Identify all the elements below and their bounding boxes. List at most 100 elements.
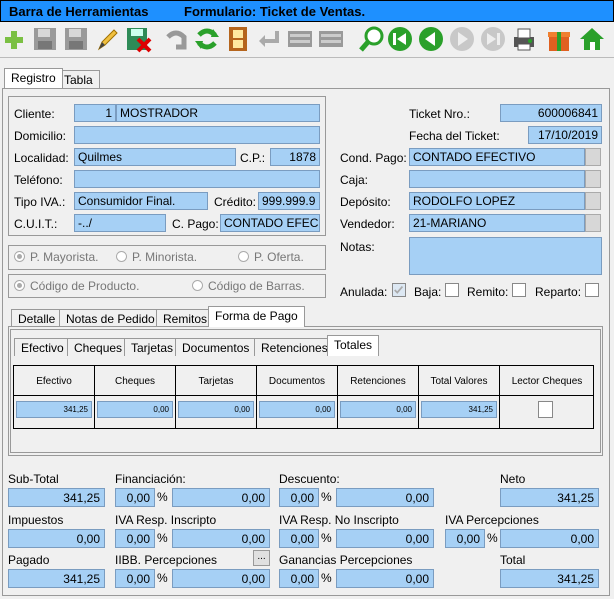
descuento-pct-sign: % [321,490,332,504]
codigo-producto-radio[interactable] [14,280,25,291]
list2-icon[interactable] [317,25,345,53]
ganancias-field[interactable]: 0,00 [336,569,434,588]
iibb-field[interactable]: 0,00 [172,569,270,588]
iva-rni-field[interactable]: 0,00 [336,529,434,548]
grid-cell-cheques[interactable]: 0,00 [97,401,173,418]
descuento-pct-field[interactable]: 0,00 [279,488,319,507]
tab-tabla[interactable]: Tabla [57,70,100,88]
undo-icon[interactable] [162,25,190,53]
vendedor-dropdown-button[interactable] [585,214,601,232]
financiacion-pct-field[interactable]: 0,00 [115,488,155,507]
fecha-field[interactable]: 17/10/2019 [528,126,602,144]
codigo-barras-radio[interactable] [192,280,203,291]
deposito-label: Depósito: [340,195,391,209]
anulada-checkbox[interactable] [392,283,406,297]
toolbar-title: Barra de Herramientas [9,4,149,19]
minorista-radio[interactable] [116,251,127,262]
add-icon[interactable] [0,25,28,53]
edit-icon[interactable] [93,25,121,53]
iibb-more-button[interactable]: ... [253,550,270,566]
tab-tarjetas[interactable]: Tarjetas [124,338,181,356]
reparto-checkbox[interactable] [585,283,599,297]
iva-perc-label: IVA Percepciones [445,513,539,527]
ganancias-pct-field[interactable]: 0,00 [279,569,319,588]
last-icon[interactable] [479,25,507,53]
first-icon[interactable] [386,25,414,53]
caja-dropdown-button[interactable] [585,170,601,188]
vendedor-label: Vendedor: [340,217,395,231]
iva-ri-pct-field[interactable]: 0,00 [115,529,155,548]
grid-cell-efectivo[interactable]: 341,25 [16,401,92,418]
ganancias-label: Ganancias Percepciones [279,553,413,567]
tab-forma-pago[interactable]: Forma de Pago [208,306,305,327]
neto-field[interactable]: 341,25 [500,488,599,507]
financiacion-field[interactable]: 0,00 [172,488,270,507]
tipo-iva-field[interactable]: Consumidor Final. [74,192,208,210]
notas-field[interactable] [409,237,602,275]
grid-cell-tarjetas[interactable]: 0,00 [178,401,254,418]
iva-ri-pct-sign: % [157,531,168,545]
remito-checkbox[interactable] [512,283,526,297]
home-icon[interactable] [578,25,606,53]
grid-cell-documentos[interactable]: 0,00 [259,401,335,418]
cpago-label: C. Pago: [172,217,219,231]
tab-retenciones[interactable]: Retenciones [254,338,335,356]
film-icon[interactable] [224,25,252,53]
lector-cheques-checkbox[interactable] [538,401,553,418]
iva-rni-pct-field[interactable]: 0,00 [279,529,319,548]
iva-ri-field[interactable]: 0,00 [172,529,270,548]
cuit-field[interactable]: -../ [74,214,166,232]
iva-perc-pct-field[interactable]: 0,00 [445,529,485,548]
cp-field[interactable]: 1878 [270,148,320,166]
cliente-name-field[interactable]: MOSTRADOR [116,104,320,122]
ticket-nro-field[interactable]: 600006841 [500,104,602,122]
baja-checkbox[interactable] [445,283,459,297]
deposito-field[interactable]: RODOLFO LOPEZ [409,192,585,210]
deposito-dropdown-button[interactable] [585,192,601,210]
cond-pago-dropdown-button[interactable] [585,148,601,166]
tab-notas-pedido[interactable]: Notas de Pedido [59,309,162,327]
tab-remitos[interactable]: Remitos [156,309,215,327]
return-icon[interactable] [255,25,283,53]
tab-efectivo[interactable]: Efectivo [14,338,71,356]
telefono-field[interactable] [74,170,320,188]
credito-field[interactable]: 999.999.9 [258,192,320,210]
iva-perc-field[interactable]: 0,00 [500,529,599,548]
toolbar [0,22,614,58]
list-icon[interactable] [286,25,314,53]
cond-pago-field[interactable]: CONTADO EFECTIVO [409,148,585,166]
cpago-field[interactable]: CONTADO EFEC [220,214,320,232]
domicilio-field[interactable] [74,126,320,144]
vendedor-field[interactable]: 21-MARIANO [409,214,585,232]
cuit-label: C.U.I.T.: [14,217,58,231]
save-icon[interactable] [31,25,59,53]
search-icon[interactable] [358,25,386,53]
impuestos-field[interactable]: 0,00 [8,529,105,548]
subtotal-label: Sub-Total [8,472,59,486]
iibb-pct-sign: % [157,571,168,585]
mayorista-radio[interactable] [14,251,25,262]
save-as-icon[interactable] [62,25,90,53]
grid-cell-retenciones[interactable]: 0,00 [340,401,416,418]
pagado-field[interactable]: 341,25 [8,569,105,588]
localidad-field[interactable]: Quilmes [74,148,236,166]
subtotal-field[interactable]: 341,25 [8,488,105,507]
next-icon[interactable] [448,25,476,53]
gift-icon[interactable] [545,25,573,53]
total-field[interactable]: 341,25 [500,569,599,588]
iibb-pct-field[interactable]: 0,00 [115,569,155,588]
tab-cheques[interactable]: Cheques [67,338,130,356]
refresh-icon[interactable] [193,25,221,53]
prev-icon[interactable] [417,25,445,53]
cliente-number-field[interactable]: 1 [74,104,116,122]
tab-documentos[interactable]: Documentos [175,338,257,356]
descuento-field[interactable]: 0,00 [336,488,434,507]
caja-field[interactable] [409,170,585,188]
tab-detalle[interactable]: Detalle [11,309,63,327]
print-icon[interactable] [510,25,538,53]
save-exit-icon[interactable] [124,25,152,53]
oferta-radio[interactable] [238,251,249,262]
grid-cell-total-valores[interactable]: 341,25 [421,401,497,418]
tab-totales[interactable]: Totales [327,335,380,356]
tab-registro[interactable]: Registro [4,68,63,88]
